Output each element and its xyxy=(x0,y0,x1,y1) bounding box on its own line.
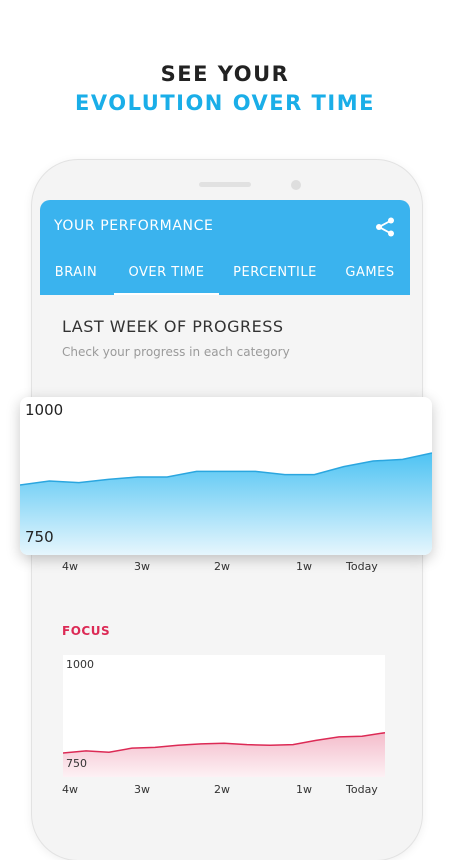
x-tick-label: 3w xyxy=(134,783,150,796)
x-tick-label: Today xyxy=(346,783,378,796)
app-bar-title: YOUR PERFORMANCE xyxy=(54,218,213,234)
card-y-max-label: 1000 xyxy=(25,401,63,419)
area-fill xyxy=(20,453,432,555)
tab-over-time[interactable]: OVER TIME xyxy=(114,258,219,295)
overall-progress-chart xyxy=(20,397,432,555)
x-tick-label: Today xyxy=(346,560,378,573)
area-fill xyxy=(63,733,385,777)
tab-percentile[interactable]: PERCENTILE xyxy=(223,258,327,295)
x-tick-label: 3w xyxy=(134,560,150,573)
tab-games[interactable]: GAMES xyxy=(334,258,406,295)
focus-chart-svg xyxy=(63,655,385,777)
focus-title: FOCUS xyxy=(62,624,110,638)
x-tick-label: 4w xyxy=(62,783,78,796)
app-bar: YOUR PERFORMANCE BRAIN OVER TIME PERCENT… xyxy=(40,200,410,295)
section-subtitle: Check your progress in each category xyxy=(62,345,290,359)
tab-bar: BRAIN OVER TIME PERCENTILE GAMES xyxy=(40,258,410,295)
share-icon[interactable] xyxy=(374,216,396,238)
promo-headline-line2: EVOLUTION OVER TIME xyxy=(0,91,450,115)
tab-brain[interactable]: BRAIN xyxy=(40,258,112,295)
x-tick-label: 4w xyxy=(62,560,78,573)
x-tick-label: 1w xyxy=(296,560,312,573)
card-y-min-label: 750 xyxy=(25,528,54,546)
section-title: LAST WEEK OF PROGRESS xyxy=(62,317,284,336)
focus-y-min-label: 750 xyxy=(66,757,87,770)
x-tick-label: 2w xyxy=(214,783,230,796)
x-tick-label: 1w xyxy=(296,783,312,796)
x-tick-label: 2w xyxy=(214,560,230,573)
phone-speaker xyxy=(199,182,251,187)
focus-chart xyxy=(63,655,385,777)
phone-camera xyxy=(291,180,301,190)
focus-y-max-label: 1000 xyxy=(66,658,94,671)
overall-progress-card: 1000 750 xyxy=(20,397,432,555)
promo-headline-line1: SEE YOUR xyxy=(0,62,450,86)
